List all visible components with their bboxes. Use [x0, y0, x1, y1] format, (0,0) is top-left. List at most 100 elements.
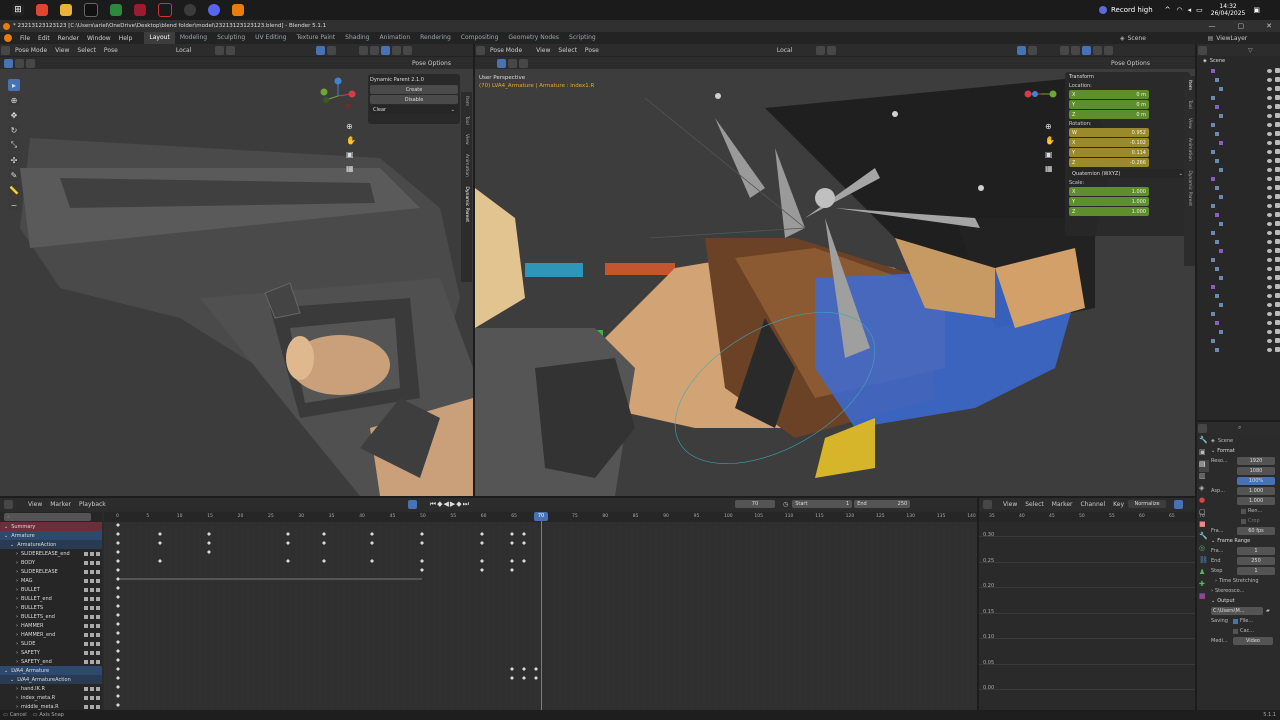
channel-lock-icon[interactable]	[96, 551, 100, 556]
disable-button[interactable]: Disable	[370, 95, 458, 104]
keyframe-marker[interactable]	[534, 676, 538, 680]
channel-checkbox-icon[interactable]	[90, 659, 94, 664]
outliner-row[interactable]	[1197, 255, 1280, 264]
channel-row[interactable]: › middle_meta.R	[0, 702, 102, 710]
outliner-row[interactable]	[1197, 291, 1280, 300]
scale-field-z[interactable]: Z 1.000	[1069, 207, 1149, 216]
channel-expand-icon[interactable]: ›	[16, 632, 18, 638]
location-field-x[interactable]: X 0 m	[1069, 90, 1149, 99]
outliner-row[interactable]	[1197, 210, 1280, 219]
left-menu-select[interactable]: Select	[73, 47, 100, 54]
render-camera-icon[interactable]	[1275, 230, 1280, 235]
keyframe-marker[interactable]	[116, 523, 120, 527]
keyframe-marker[interactable]	[420, 559, 424, 563]
render-camera-icon[interactable]	[1275, 275, 1280, 280]
keyframe-marker[interactable]	[158, 532, 162, 536]
playhead[interactable]	[541, 512, 542, 710]
scene-props-icon[interactable]: ◈	[1199, 484, 1209, 496]
camera-view-icon[interactable]: ▣	[346, 148, 356, 162]
right-tab-view[interactable]: View	[1187, 118, 1192, 129]
overlay-icon[interactable]	[327, 45, 337, 55]
channel-row[interactable]: ⌄ Summary	[0, 522, 102, 531]
channel-expand-icon[interactable]: ⌄	[10, 542, 14, 548]
keyframe-marker[interactable]	[480, 559, 484, 563]
texture-props-icon[interactable]: ▦	[1199, 592, 1209, 604]
keyframe-marker[interactable]	[116, 541, 120, 545]
keyframe-marker[interactable]	[116, 649, 120, 653]
maximize-icon[interactable]: ▢	[1238, 22, 1245, 30]
outliner-row[interactable]	[1197, 165, 1280, 174]
right-pose-options[interactable]: Pose Options	[1107, 60, 1154, 67]
channel-expand-icon[interactable]: ⌄	[4, 668, 8, 674]
keyframe-marker[interactable]	[116, 577, 120, 581]
keyframe-marker[interactable]	[522, 667, 526, 671]
output-header[interactable]: ⌄ Output	[1211, 596, 1277, 606]
tab-geometry-nodes[interactable]: Geometry Nodes	[503, 32, 564, 44]
channel-row[interactable]: › SLIDERELEASE	[0, 567, 102, 576]
render-camera-icon[interactable]	[1275, 95, 1280, 100]
channel-eye-icon[interactable]	[84, 623, 88, 628]
keyframe-marker[interactable]	[116, 622, 120, 626]
outliner-row[interactable]	[1197, 75, 1280, 84]
resolution-y-field[interactable]: 1080	[1237, 467, 1275, 475]
visibility-eye-icon[interactable]	[1267, 77, 1272, 82]
channel-expand-icon[interactable]: ⌄	[4, 533, 8, 539]
xray-icon[interactable]	[359, 45, 369, 55]
right-ortho-grid-icon[interactable]: ▦	[1045, 162, 1055, 176]
right-pan-hand-icon[interactable]: ✋	[1045, 134, 1055, 148]
keyframe-marker[interactable]	[158, 541, 162, 545]
auto-keying-icon[interactable]	[407, 499, 417, 509]
keyframe-marker[interactable]	[207, 550, 211, 554]
select-mode-icon[interactable]	[15, 58, 24, 68]
left-mode-select[interactable]: Pose Mode	[11, 47, 51, 54]
visibility-eye-icon[interactable]	[1267, 122, 1272, 127]
graph-menu-select[interactable]: Select	[1021, 501, 1048, 508]
keyframe-marker[interactable]	[420, 532, 424, 536]
channel-lock-icon[interactable]	[96, 596, 100, 601]
channel-row[interactable]: › BODY	[0, 558, 102, 567]
tab-uv-editing[interactable]: UV Editing	[250, 32, 291, 44]
visibility-eye-icon[interactable]	[1267, 248, 1272, 253]
channel-row[interactable]: ⌄ LVA4_ArmatureAction	[0, 675, 102, 684]
visibility-eye-icon[interactable]	[1267, 275, 1272, 280]
keyframe-marker[interactable]	[420, 541, 424, 545]
visibility-eye-icon[interactable]	[1267, 302, 1272, 307]
keyframe-marker[interactable]	[116, 694, 120, 698]
render-camera-icon[interactable]	[1275, 176, 1280, 181]
channel-lock-icon[interactable]	[96, 587, 100, 592]
outliner-row[interactable]	[1197, 174, 1280, 183]
media-type-dropdown[interactable]: Video	[1233, 637, 1273, 645]
keyframe-marker[interactable]	[116, 667, 120, 671]
outliner-row[interactable]	[1197, 129, 1280, 138]
channel-expand-icon[interactable]: ›	[16, 623, 18, 629]
right-xray-icon[interactable]	[1060, 45, 1070, 55]
visibility-eye-icon[interactable]	[1267, 140, 1272, 145]
channel-checkbox-icon[interactable]	[90, 704, 94, 709]
channel-eye-icon[interactable]	[84, 578, 88, 583]
aspect-x-field[interactable]: 1.000	[1237, 487, 1275, 495]
format-panel-header[interactable]: ⌄ Format	[1211, 446, 1277, 456]
keyframe-marker[interactable]	[510, 559, 514, 563]
outliner-row[interactable]	[1197, 219, 1280, 228]
keyframe-marker[interactable]	[116, 532, 120, 536]
right-tab-dynamic-parent[interactable]: Dynamic Parent	[1187, 170, 1192, 206]
channel-expand-icon[interactable]: ›	[16, 578, 18, 584]
jump-start-icon[interactable]: ⏮	[430, 500, 437, 508]
discord-icon[interactable]	[208, 4, 220, 16]
keyframe-marker[interactable]	[420, 568, 424, 572]
keyframe-marker[interactable]	[286, 559, 290, 563]
outliner-filter-icon[interactable]: ▽	[1248, 47, 1253, 54]
record-label[interactable]: Record high	[1111, 6, 1153, 14]
gizmo-icon[interactable]	[316, 45, 326, 55]
visibility-eye-icon[interactable]	[1267, 158, 1272, 163]
rotation-field-z[interactable]: Z -0.266	[1069, 158, 1149, 167]
outliner-row[interactable]	[1197, 282, 1280, 291]
rotation-field-x[interactable]: X -0.102	[1069, 138, 1149, 147]
keyframe-marker[interactable]	[522, 559, 526, 563]
left-3d-viewport[interactable]: Pose Mode View Select Pose Local Pose Op…	[0, 44, 473, 496]
channel-lock-icon[interactable]	[96, 569, 100, 574]
pivot-icon[interactable]	[215, 45, 225, 55]
keyframe-marker[interactable]	[116, 550, 120, 554]
render-props-icon[interactable]: ▣	[1199, 448, 1209, 460]
outliner-row[interactable]	[1197, 246, 1280, 255]
